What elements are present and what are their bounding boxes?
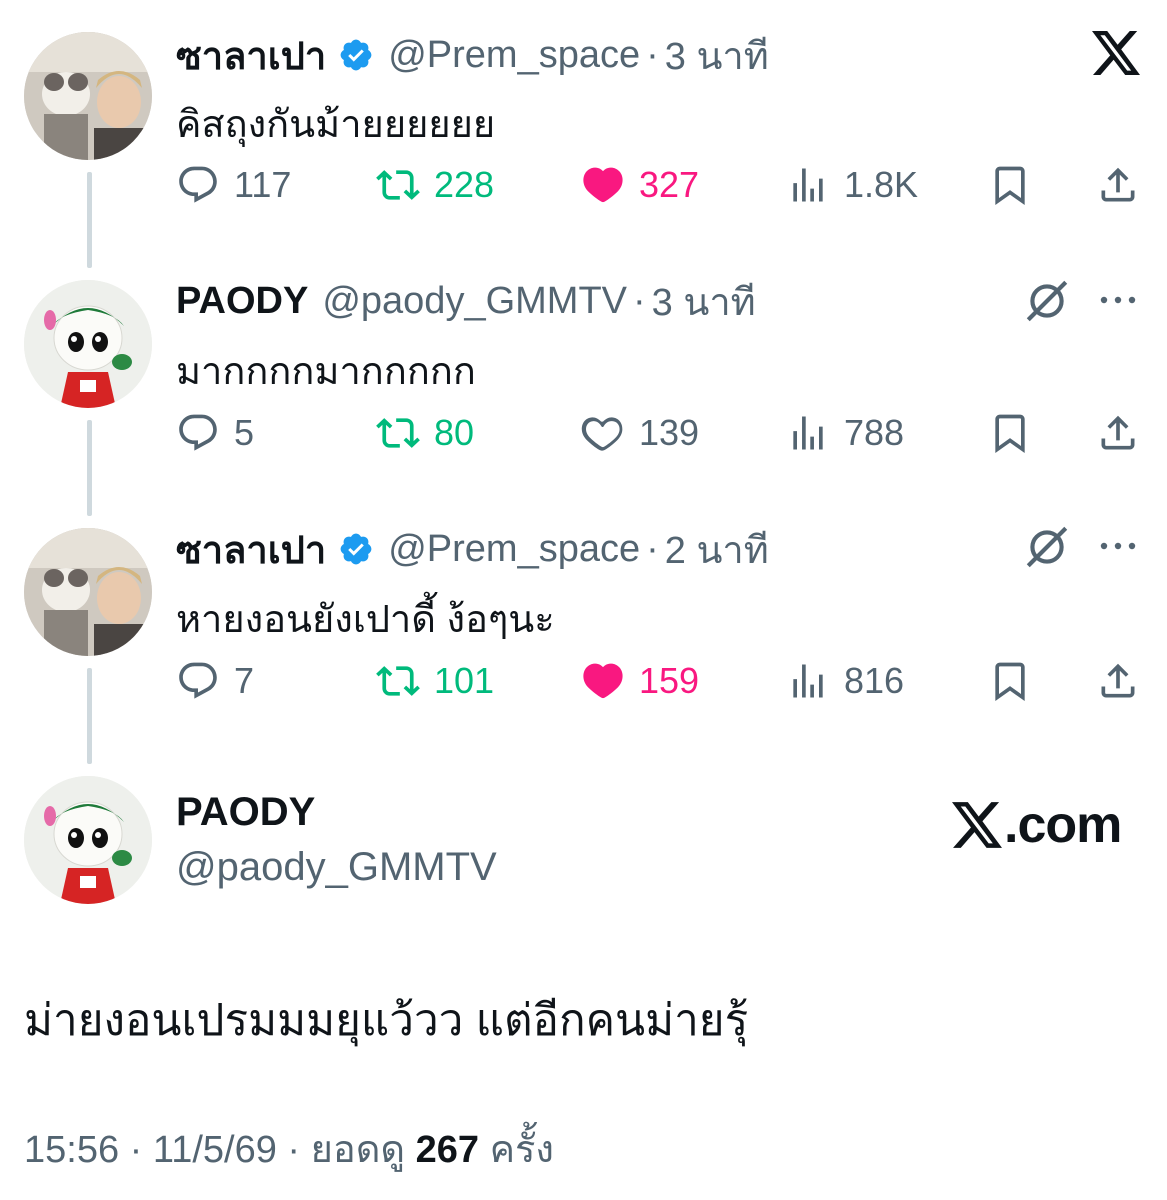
bookmark-button[interactable] [988, 408, 1032, 458]
more-options-icon[interactable] [1098, 288, 1138, 312]
reply-count: 117 [234, 164, 292, 205]
tweet-header: ซาลาเปา @Prem_space · 3 นาที [176, 30, 769, 80]
main-handle[interactable]: @paody_GMMTV [176, 845, 497, 890]
separator: · [646, 527, 659, 570]
bookmark-button[interactable] [988, 656, 1032, 706]
display-name[interactable]: ซาลาเปา [176, 25, 326, 86]
handle[interactable]: @Prem_space [388, 528, 640, 571]
bookmark-icon [995, 166, 1025, 206]
like-count: 159 [639, 660, 700, 701]
tweet-text: มากกกกมากกกกก [176, 351, 476, 393]
like-count: 327 [639, 164, 700, 205]
heart-filled-icon [583, 167, 623, 203]
retweet-icon [376, 170, 420, 200]
tweet-actions: 5 80 139 788 [176, 408, 1142, 458]
share-button[interactable] [1096, 160, 1140, 210]
main-tweet-text: ม่ายงอนเปรมมมยุแว้วว แต่อีกคนม่ายรุ้ [24, 996, 749, 1045]
separator: · [633, 279, 646, 322]
site-suffix: .com [1004, 796, 1122, 854]
like-button[interactable]: 327 [581, 160, 699, 210]
timestamp[interactable]: 3 นาที [665, 25, 769, 86]
verified-badge-icon [340, 533, 372, 565]
separator: · [646, 33, 659, 76]
handle[interactable]: @paody_GMMTV [322, 280, 627, 323]
thread-connector [87, 668, 92, 764]
grok-icon[interactable] [1022, 522, 1072, 572]
post-time[interactable]: 15:56 [24, 1129, 119, 1171]
post-date[interactable]: 11/5/69 [153, 1129, 277, 1171]
like-count: 139 [639, 412, 700, 453]
heart-outline-icon [581, 417, 623, 451]
reply-icon [179, 414, 217, 451]
retweet-button[interactable]: 80 [376, 408, 474, 458]
display-name[interactable]: ซาลาเปา [176, 519, 326, 580]
bookmark-icon [995, 662, 1025, 702]
reply-icon [179, 166, 217, 203]
views-button[interactable]: 1.8K [786, 160, 918, 210]
main-display-name[interactable]: PAODY [176, 790, 315, 835]
bookmark-icon [995, 414, 1025, 454]
reply-button[interactable]: 5 [176, 408, 254, 458]
tweet-actions: 117 228 327 1.8K [176, 160, 1142, 210]
x-logo-icon[interactable] [1092, 30, 1140, 76]
separator: · [129, 1129, 143, 1171]
like-button[interactable]: 139 [581, 408, 699, 458]
like-button[interactable]: 159 [581, 656, 699, 706]
reply-button[interactable]: 7 [176, 656, 254, 706]
views-chart-icon [793, 168, 823, 202]
tweet-meta: 15:56 · 11/5/69 · ยอดดู 267 ครั้ง [24, 1118, 554, 1179]
timestamp[interactable]: 2 นาที [665, 519, 769, 580]
bookmark-button[interactable] [988, 160, 1032, 210]
avatar[interactable] [24, 32, 152, 160]
tweet-text: หายงอนยังเปาดี้ ง้อๆนะ [176, 599, 555, 641]
views-chart-icon [793, 664, 823, 698]
views-total: 267 [415, 1129, 480, 1171]
grok-icon[interactable] [1022, 276, 1072, 326]
tweet-text: คิสถุงกันม้ายยยยยย [176, 104, 496, 146]
more-options-icon[interactable] [1098, 534, 1138, 558]
heart-filled-icon [583, 663, 623, 699]
tweet-header: ซาลาเปา @Prem_space · 2 นาที [176, 524, 769, 574]
thread-connector [87, 172, 92, 268]
share-icon [1101, 415, 1135, 450]
display-name[interactable]: PAODY [176, 280, 308, 323]
reply-icon [179, 662, 217, 699]
reply-count: 7 [234, 660, 255, 701]
x-logo-icon [952, 802, 1002, 848]
views-count: 788 [844, 412, 905, 453]
thread-connector [87, 420, 92, 516]
x-com-brand: .com [952, 795, 1122, 855]
share-icon [1101, 167, 1135, 202]
tweet-actions: 7 101 159 816 [176, 656, 1142, 706]
views-chart-icon [793, 416, 823, 450]
tweet-header: PAODY @paody_GMMTV · 3 นาที [176, 276, 756, 326]
retweet-icon [376, 418, 420, 448]
avatar[interactable] [24, 528, 152, 656]
verified-badge-icon [340, 39, 372, 71]
retweet-count: 101 [434, 660, 495, 701]
handle[interactable]: @Prem_space [388, 34, 640, 77]
views-label: · ยอดดู [287, 1129, 406, 1171]
retweet-icon [376, 666, 420, 696]
views-button[interactable]: 816 [786, 656, 904, 706]
share-button[interactable] [1096, 656, 1140, 706]
views-suffix: ครั้ง [489, 1129, 554, 1171]
views-count: 816 [844, 660, 905, 701]
retweet-button[interactable]: 228 [376, 160, 494, 210]
avatar[interactable] [24, 776, 152, 904]
retweet-count: 80 [434, 412, 475, 453]
retweet-button[interactable]: 101 [376, 656, 494, 706]
retweet-count: 228 [434, 164, 495, 205]
reply-button[interactable]: 117 [176, 160, 291, 210]
share-button[interactable] [1096, 408, 1140, 458]
avatar[interactable] [24, 280, 152, 408]
reply-count: 5 [234, 412, 255, 453]
views-count: 1.8K [844, 164, 919, 205]
share-icon [1101, 663, 1135, 698]
views-button[interactable]: 788 [786, 408, 904, 458]
timestamp[interactable]: 3 นาที [652, 271, 756, 332]
